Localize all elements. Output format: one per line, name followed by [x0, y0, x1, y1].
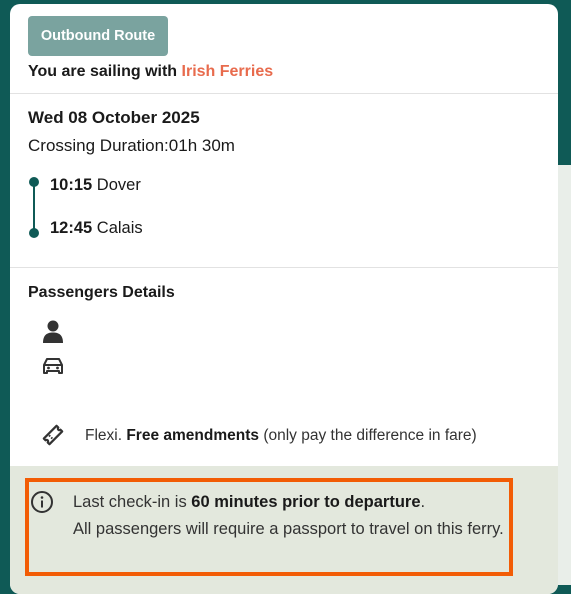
route-badge: Outbound Route: [28, 16, 168, 56]
fare-description: Flexi. Free amendments (only pay the dif…: [85, 427, 477, 445]
arrival-port: Calais: [96, 219, 143, 237]
sailing-prefix: You are sailing with: [28, 63, 182, 80]
fare-note: (only pay the difference in fare): [259, 427, 477, 444]
checkin-info-text: Last check-in is 60 minutes prior to dep…: [73, 489, 523, 543]
departure-time: 10:15: [50, 176, 93, 194]
divider: [10, 93, 558, 94]
crossing-duration: Crossing Duration:01h 30m: [28, 136, 235, 155]
checkin-time: 60 minutes prior to departure: [191, 493, 421, 511]
ticket-icon: [42, 424, 64, 446]
fare-highlight: Free amendments: [126, 427, 260, 444]
checkin-suffix: .: [420, 493, 426, 511]
booking-summary-card: Outbound Route You are sailing with Iris…: [10, 4, 558, 594]
timeline-line: [33, 182, 35, 232]
person-icon: [43, 320, 63, 343]
departure-stop: 10:15 Dover: [50, 176, 141, 195]
checkin-line: Last check-in is 60 minutes prior to dep…: [73, 489, 523, 516]
sailing-operator-line: You are sailing with Irish Ferries: [28, 63, 273, 81]
sailing-date: Wed 08 October 2025: [28, 108, 200, 127]
divider: [10, 267, 558, 268]
departure-port: Dover: [96, 176, 141, 194]
checkin-prefix: Last check-in is: [73, 493, 192, 511]
info-icon: [31, 491, 53, 513]
departure-dot: [29, 177, 39, 187]
passport-notice: All passengers will require a passport t…: [73, 520, 504, 538]
car-icon: [43, 358, 63, 374]
passengers-title: Passengers Details: [28, 284, 175, 301]
operator-name: Irish Ferries: [181, 63, 274, 80]
arrival-time: 12:45: [50, 219, 93, 237]
checkin-info-panel: Last check-in is 60 minutes prior to dep…: [10, 466, 558, 594]
fare-type: Flexi.: [85, 427, 127, 444]
arrival-stop: 12:45 Calais: [50, 219, 143, 238]
arrival-dot: [29, 228, 39, 238]
